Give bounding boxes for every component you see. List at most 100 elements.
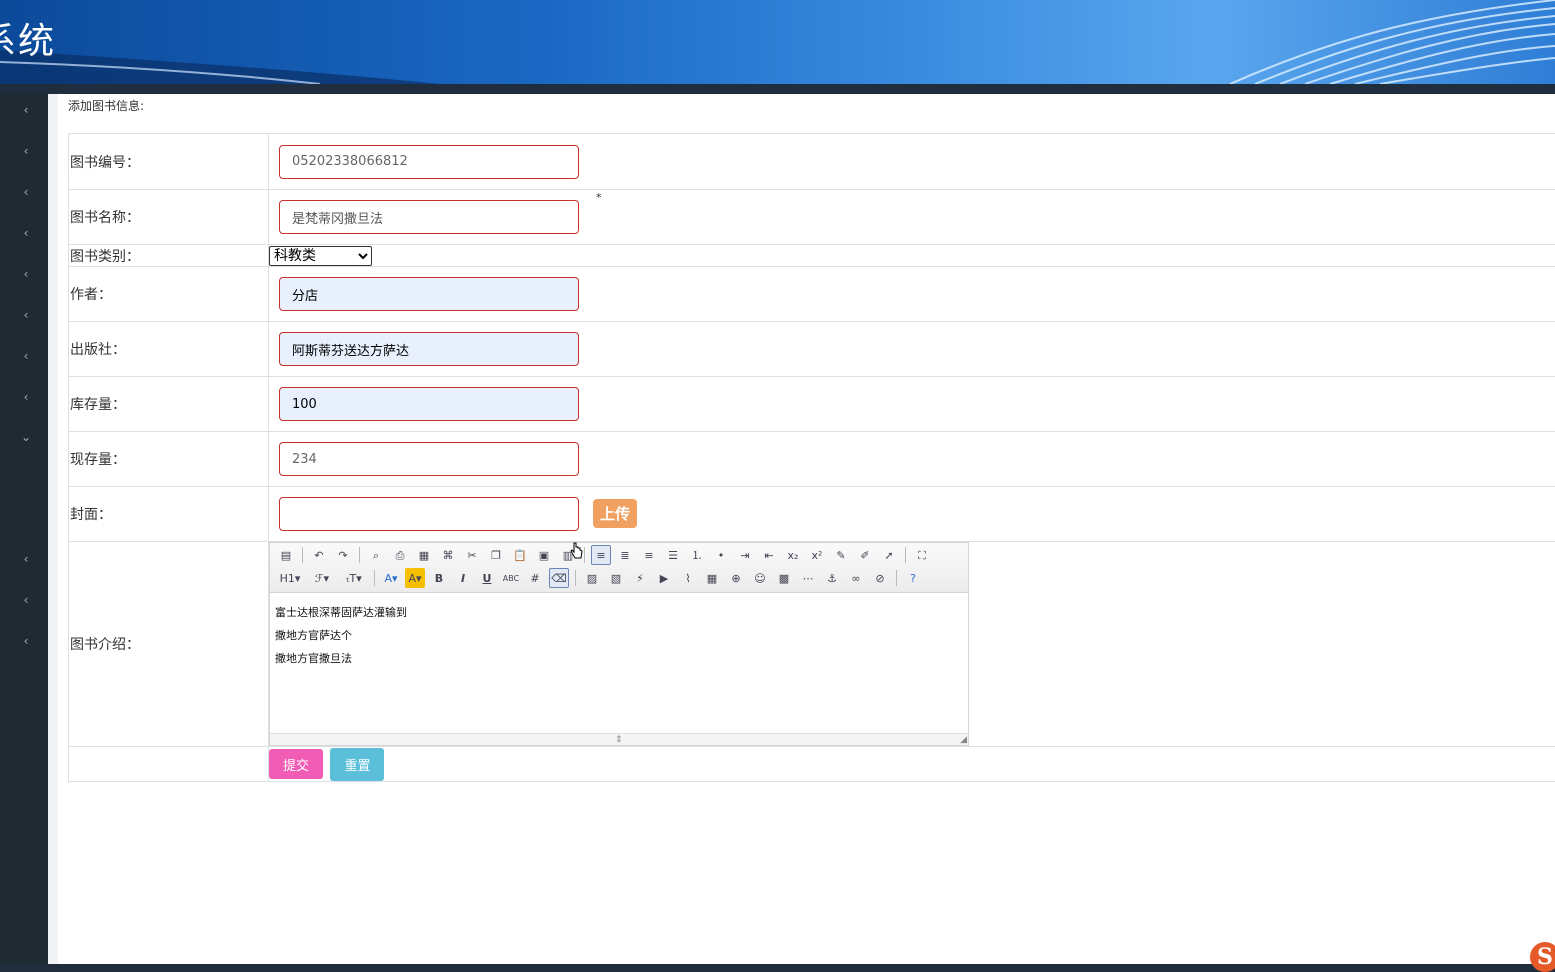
fullscreen-icon[interactable]: ⛶: [912, 545, 932, 565]
sidebar-edge: [48, 94, 58, 964]
font-family-icon[interactable]: ℱ▾: [308, 568, 336, 588]
link-icon[interactable]: ∞: [846, 568, 866, 588]
book-name-input[interactable]: [279, 200, 579, 234]
align-center-icon[interactable]: ≣: [615, 545, 635, 565]
multi-image-icon[interactable]: ▧: [606, 568, 626, 588]
unordered-list-icon[interactable]: •: [711, 545, 731, 565]
toolbar-separator: [359, 547, 360, 563]
superscript-icon[interactable]: x²: [807, 545, 827, 565]
page-break-icon[interactable]: ⋯: [798, 568, 818, 588]
subscript-icon[interactable]: x₂: [783, 545, 803, 565]
sidebar-chevron-icon[interactable]: ‹: [20, 350, 32, 362]
book-no-input[interactable]: [279, 144, 579, 179]
print-icon[interactable]: ⎙: [390, 545, 410, 565]
paste-text-icon[interactable]: ▣: [534, 545, 554, 565]
cover-input[interactable]: [279, 497, 579, 531]
preview-icon[interactable]: ⌕: [366, 545, 386, 565]
category-label: 图书类别：: [68, 244, 269, 267]
intro-label: 图书介绍：: [68, 541, 269, 747]
toolbar-row-1: ▤ ↶ ↷ ⌕ ⎙ ▦ ⌘ ✂ ❐ 📋 ▣ ▥ ≡ ≣ ≡ ☰ ⒈ • ⇥ ⇤ …: [276, 545, 932, 565]
form-row-intro: 图书介绍： ▤ ↶ ↷ ⌕ ⎙ ▦ ⌘ ✂ ❐ 📋 ▣ ▥ ≡ ≣ ≡ ☰ ⒈ …: [68, 541, 1555, 747]
current-stock-label: 现存量：: [68, 431, 269, 487]
reset-button[interactable]: 重置: [330, 747, 385, 781]
sidebar-chevron-icon[interactable]: ‹: [20, 553, 32, 565]
book-no-label: 图书编号：: [68, 133, 269, 190]
publisher-label: 出版社：: [68, 321, 269, 377]
italic-icon[interactable]: I: [453, 568, 473, 588]
sidebar-chevron-icon[interactable]: ‹: [20, 635, 32, 647]
template-icon[interactable]: ▦: [414, 545, 434, 565]
stock-input[interactable]: [279, 387, 579, 421]
remove-format-icon[interactable]: ⌫: [549, 568, 569, 588]
clear-format-icon[interactable]: ✎: [831, 545, 851, 565]
horizontal-line-icon[interactable]: #: [525, 568, 545, 588]
form-row-cover: 封面： 上传: [68, 486, 1555, 542]
flash-icon[interactable]: ⚡: [630, 568, 650, 588]
anchor-icon[interactable]: ⚓: [822, 568, 842, 588]
form-row-actions: 提交 重置: [68, 746, 1555, 782]
align-right-icon[interactable]: ≡: [639, 545, 659, 565]
form-row-publisher: 出版社：: [68, 321, 1555, 377]
cut-icon[interactable]: ✂: [462, 545, 482, 565]
author-input[interactable]: [279, 277, 579, 311]
map-icon[interactable]: ▩: [774, 568, 794, 588]
indent-icon[interactable]: ⇥: [735, 545, 755, 565]
paste-icon[interactable]: 📋: [510, 545, 530, 565]
book-name-label: 图书名称：: [68, 189, 269, 245]
toolbar-separator: [905, 547, 906, 563]
heading-icon[interactable]: H1▾: [276, 568, 304, 588]
font-color-icon[interactable]: A▾: [381, 568, 401, 588]
bold-icon[interactable]: B: [429, 568, 449, 588]
image-icon[interactable]: ▨: [582, 568, 602, 588]
sidebar-chevron-down-icon[interactable]: ⌄: [20, 431, 32, 443]
sidebar-chevron-icon[interactable]: ‹: [20, 186, 32, 198]
sidebar-chevron-icon[interactable]: ‹: [20, 391, 32, 403]
copy-icon[interactable]: ❐: [486, 545, 506, 565]
current-stock-input[interactable]: [279, 442, 579, 476]
editor-content[interactable]: 富士达根深蒂固萨达灌输到 撒地方官萨达个 撒地方官撒旦法: [270, 593, 968, 678]
sidebar-chevron-icon[interactable]: ‹: [20, 309, 32, 321]
form-row-book-name: 图书名称： *: [68, 189, 1555, 245]
submit-button[interactable]: 提交: [269, 749, 323, 779]
insert-code-icon[interactable]: ⊕: [726, 568, 746, 588]
category-select[interactable]: 科教类: [269, 245, 372, 266]
header-divider: [0, 84, 1555, 94]
source-icon[interactable]: ▤: [276, 545, 296, 565]
sidebar-chevron-icon[interactable]: ‹: [20, 227, 32, 239]
toolbar-separator: [896, 570, 897, 586]
cover-label: 封面：: [68, 486, 269, 542]
select-all-icon[interactable]: ✐: [855, 545, 875, 565]
align-left-icon[interactable]: ≡: [591, 545, 611, 565]
font-size-icon[interactable]: ₜT▾: [340, 568, 368, 588]
outdent-icon[interactable]: ⇤: [759, 545, 779, 565]
unlink-icon[interactable]: ⊘: [870, 568, 890, 588]
code-icon[interactable]: ⌘: [438, 545, 458, 565]
form-row-book-no: 图书编号：: [68, 133, 1555, 190]
sidebar-chevron-icon[interactable]: ‹: [20, 104, 32, 116]
emoticon-icon[interactable]: ☺: [750, 568, 770, 588]
sidebar-chevron-icon[interactable]: ‹: [20, 268, 32, 280]
ordered-list-icon[interactable]: ⒈: [687, 545, 707, 565]
resize-corner-icon[interactable]: ◢: [960, 735, 967, 745]
rich-text-editor[interactable]: ▤ ↶ ↷ ⌕ ⎙ ▦ ⌘ ✂ ❐ 📋 ▣ ▥ ≡ ≣ ≡ ☰ ⒈ • ⇥ ⇤ …: [269, 542, 969, 746]
main-content: 添加图书信息: 图书编号： 图书名称： * 图书类别： 科教类 作者：: [58, 94, 1555, 964]
publisher-input[interactable]: [279, 332, 579, 366]
sidebar-chevron-icon[interactable]: ‹: [20, 594, 32, 606]
toolbar-separator: [584, 547, 585, 563]
media-icon[interactable]: ▶: [654, 568, 674, 588]
table-icon[interactable]: ▦: [702, 568, 722, 588]
upload-button[interactable]: 上传: [593, 499, 637, 528]
underline-icon[interactable]: U: [477, 568, 497, 588]
redo-icon[interactable]: ↷: [333, 545, 353, 565]
strikethrough-icon[interactable]: ABC: [501, 568, 521, 588]
hand-cursor-icon: [570, 542, 583, 559]
cursor-icon[interactable]: ➚: [879, 545, 899, 565]
resize-grip-icon[interactable]: ⇕: [615, 735, 623, 745]
highlight-icon[interactable]: A▾: [405, 568, 425, 588]
sidebar-chevron-icon[interactable]: ‹: [20, 145, 32, 157]
justify-icon[interactable]: ☰: [663, 545, 683, 565]
help-icon[interactable]: ?: [903, 568, 923, 588]
toolbar-separator: [374, 570, 375, 586]
attachment-icon[interactable]: ⌇: [678, 568, 698, 588]
undo-icon[interactable]: ↶: [309, 545, 329, 565]
